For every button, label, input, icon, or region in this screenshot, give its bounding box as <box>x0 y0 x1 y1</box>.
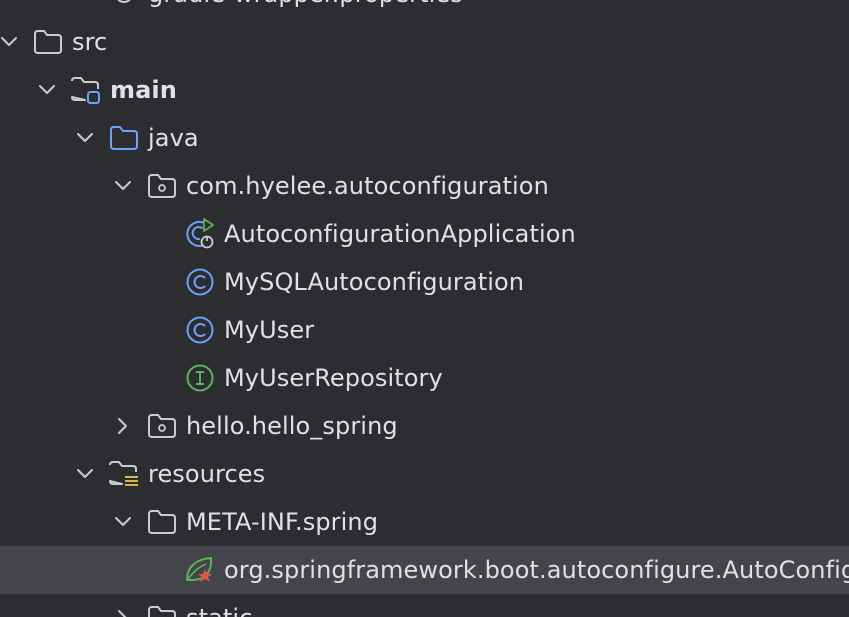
tree-row-autoconfigurationapplication[interactable]: AutoconfigurationApplication <box>0 210 849 258</box>
tree-row-label: META-INF.spring <box>186 508 379 536</box>
spring-imports-file-icon <box>183 546 217 594</box>
spring-boot-application-class-icon <box>183 210 217 258</box>
tree-row-meta-inf-spring[interactable]: META-INF.spring <box>0 498 849 546</box>
folder-icon <box>145 498 179 546</box>
tree-row-label: gradle-wrapper.properties <box>148 0 463 18</box>
chevron-down-icon[interactable] <box>35 66 59 114</box>
tree-row-java[interactable]: java <box>0 114 849 162</box>
tree-row-label: java <box>148 124 199 152</box>
tree-row-label: main <box>110 76 177 104</box>
tree-row-static[interactable]: static <box>0 594 849 617</box>
tree-row-label: com.hyelee.autoconfiguration <box>186 172 549 200</box>
tree-row-com-hyelee-autoconfiguration[interactable]: com.hyelee.autoconfiguration <box>0 162 849 210</box>
project-tree: gradle-wrapper.properties srcmain java com.… <box>0 0 849 617</box>
tree-row-label: resources <box>148 460 266 488</box>
chevron-right-icon[interactable] <box>111 594 135 617</box>
gear-icon <box>107 0 141 18</box>
tree-row-label: hello.hello_spring <box>186 412 398 440</box>
tree-row-myuserrepository[interactable]: MyUserRepository <box>0 354 849 402</box>
tree-row-main[interactable]: main <box>0 66 849 114</box>
java-folder-icon <box>107 114 141 162</box>
class-icon <box>183 306 217 354</box>
source-root-folder-icon <box>69 66 103 114</box>
chevron-down-icon[interactable] <box>111 498 135 546</box>
interface-icon <box>183 354 217 402</box>
class-icon <box>183 258 217 306</box>
tree-row-label: MyUser <box>224 316 315 344</box>
chevron-right-icon[interactable] <box>111 402 135 450</box>
chevron-down-icon[interactable] <box>0 18 21 66</box>
tree-row-label: static <box>186 594 253 617</box>
package-icon <box>145 162 179 210</box>
chevron-down-icon[interactable] <box>73 114 97 162</box>
tree-row-resources[interactable]: resources <box>0 450 849 498</box>
tree-row-label: MySQLAutoconfiguration <box>224 268 525 296</box>
folder-icon <box>145 594 179 617</box>
tree-row-myuser[interactable]: MyUser <box>0 306 849 354</box>
tree-row-mysqlautoconfiguration[interactable]: MySQLAutoconfiguration <box>0 258 849 306</box>
tree-row-label: org.springframework.boot.autoconfigure.A… <box>224 556 849 584</box>
tree-row-label: MyUserRepository <box>224 364 443 392</box>
chevron-down-icon[interactable] <box>111 162 135 210</box>
tree-row-gradle-wrapper-properties[interactable]: gradle-wrapper.properties <box>0 0 849 18</box>
tree-row-src[interactable]: src <box>0 18 849 66</box>
tree-row-hello-hello-spring[interactable]: hello.hello_spring <box>0 402 849 450</box>
resources-folder-icon <box>107 450 141 498</box>
tree-row-label: src <box>72 28 108 56</box>
tree-row-label: AutoconfigurationApplication <box>224 220 576 248</box>
package-icon <box>145 402 179 450</box>
tree-row-org-springframework-boot-autoconfigure-autoconfiguration-imports[interactable]: org.springframework.boot.autoconfigure.A… <box>0 546 849 594</box>
folder-icon <box>31 18 65 66</box>
chevron-down-icon[interactable] <box>73 450 97 498</box>
